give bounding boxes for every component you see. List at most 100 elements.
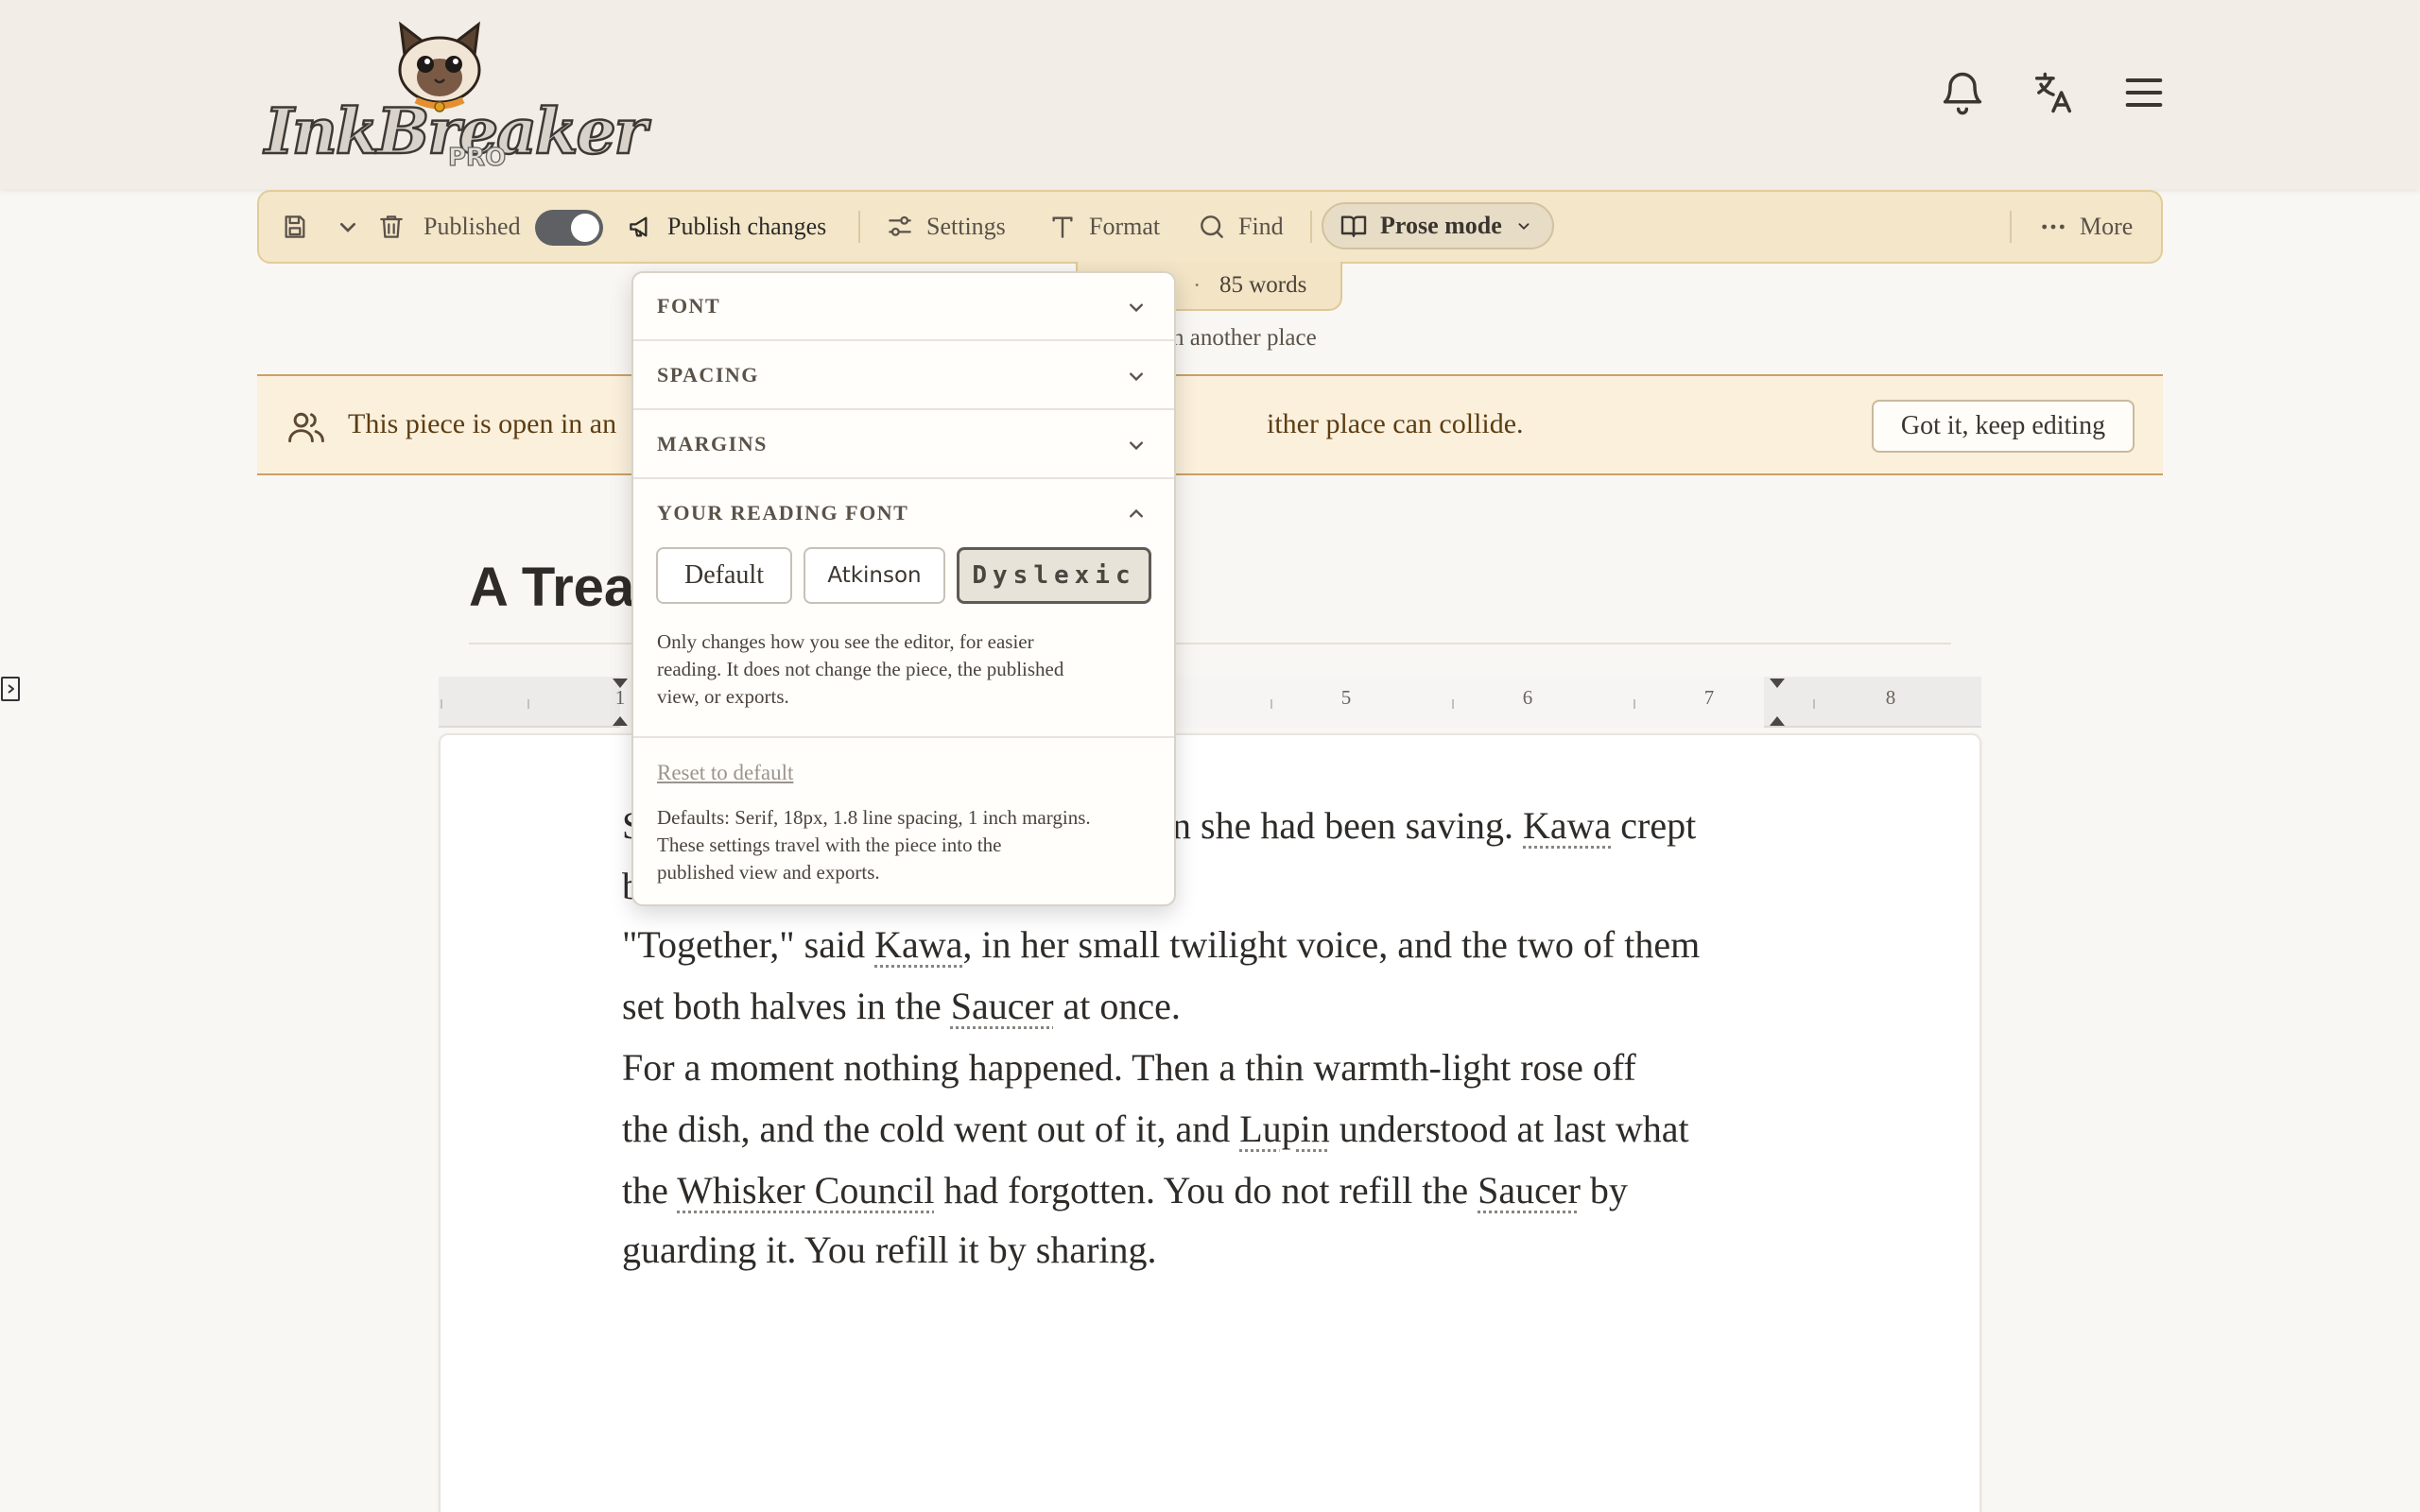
- more-label: More: [2080, 213, 2134, 240]
- collision-warning-banner: This piece is open in an ither place can…: [257, 374, 2163, 475]
- panel-divider: [633, 736, 1174, 738]
- reset-to-default-link[interactable]: Reset to default: [657, 761, 793, 785]
- section-label: MARGINS: [657, 432, 768, 455]
- status-separator: ·: [1193, 273, 1201, 299]
- ruler-number: 6: [1522, 686, 1533, 709]
- format-label: Format: [1089, 213, 1161, 240]
- character-name[interactable]: Saucer: [951, 985, 1054, 1027]
- text-run: guarding it. You refill it by sharing.: [622, 1228, 1157, 1271]
- font-option-atkinson[interactable]: Atkinson: [804, 547, 945, 604]
- reading-font-note-line: Only changes how you see the editor, for…: [657, 630, 1034, 653]
- character-name[interactable]: Kawa: [1523, 804, 1611, 847]
- sidebar-toggle-icon[interactable]: [0, 675, 23, 703]
- spacing-section-header[interactable]: SPACING: [633, 342, 1174, 410]
- ruler-tick: [1813, 699, 1815, 709]
- find-button[interactable]: Find: [1197, 192, 1284, 262]
- font-option-default[interactable]: Default: [656, 547, 792, 604]
- chevron-up-icon: [1123, 501, 1150, 527]
- keep-editing-button[interactable]: Got it, keep editing: [1872, 400, 2135, 453]
- prose-mode-label: Prose mode: [1380, 212, 1502, 239]
- word-count: 85 words: [1219, 272, 1307, 298]
- paragraph-line[interactable]: n she had been saving. Kawa crept: [1172, 796, 1696, 856]
- published-label: Published: [424, 213, 521, 240]
- trash-icon: [380, 215, 403, 238]
- save-button[interactable]: [280, 192, 310, 262]
- reading-font-note-line: reading. It does not change the piece, t…: [657, 658, 1064, 680]
- toolbar-divider: [2010, 211, 2012, 243]
- toolbar-divider: [1310, 211, 1312, 243]
- translate-icon[interactable]: [2029, 68, 2078, 117]
- banner-message-end: ither place can collide.: [1267, 408, 1524, 439]
- settings-label: Settings: [926, 213, 1006, 240]
- text-run: "Together," said: [622, 923, 875, 966]
- paragraph-line[interactable]: For a moment nothing happened. Then a th…: [622, 1038, 1636, 1098]
- character-name[interactable]: Kawa: [874, 923, 962, 966]
- app-header: InkBreaker PRO: [0, 0, 2420, 189]
- publish-changes-button[interactable]: Publish changes: [626, 192, 826, 262]
- right-margin-marker[interactable]: [1768, 713, 1787, 728]
- text-run: crept: [1611, 804, 1697, 847]
- text-run: understood at last what: [1329, 1108, 1689, 1150]
- defaults-note-line: published view and exports.: [657, 861, 880, 884]
- find-label: Find: [1238, 213, 1284, 240]
- text-run: n she had been saving.: [1172, 804, 1524, 847]
- section-label: SPACING: [657, 363, 759, 387]
- bell-icon[interactable]: [1938, 68, 1987, 117]
- format-button[interactable]: Format: [1047, 192, 1160, 262]
- sliders-icon: [889, 215, 911, 236]
- paragraph-line[interactable]: the dish, and the cold went out of it, a…: [622, 1099, 1689, 1160]
- inkbreaker-logo[interactable]: InkBreaker PRO: [264, 21, 648, 177]
- paragraph-line[interactable]: set both halves in the Saucer at once.: [622, 976, 1181, 1037]
- chevron-down-icon: [1123, 294, 1150, 320]
- published-toggle[interactable]: [535, 210, 603, 246]
- character-name[interactable]: Whisker Council: [677, 1169, 934, 1211]
- section-label: FONT: [657, 294, 721, 318]
- open-elsewhere-note: n another place: [1172, 325, 1317, 351]
- save-icon: [285, 215, 305, 238]
- character-name[interactable]: Saucer: [1478, 1169, 1581, 1211]
- right-indent-marker[interactable]: [1768, 677, 1787, 692]
- paragraph-line[interactable]: "Together," said Kawa, in her small twil…: [622, 915, 1700, 975]
- save-options-dropdown[interactable]: [333, 192, 363, 262]
- toolbar-divider: [858, 211, 860, 243]
- text-run: the: [622, 1169, 678, 1211]
- hamburger-menu-icon[interactable]: [2119, 68, 2169, 117]
- chevron-down-icon: [1123, 432, 1150, 458]
- delete-button[interactable]: [376, 192, 406, 262]
- more-button[interactable]: More: [2038, 192, 2133, 262]
- document-title[interactable]: A Trea: [469, 556, 634, 619]
- text-run: set both halves in the: [622, 985, 951, 1027]
- banner-message-start: This piece is open in an: [348, 408, 617, 439]
- chevron-down-icon: [1518, 223, 1530, 231]
- text-run: , in her small twilight voice, and the t…: [962, 923, 1701, 966]
- ruler-tick: [1270, 699, 1272, 709]
- ruler-tick: [527, 699, 529, 709]
- text-run: the dish, and the cold went out of it, a…: [622, 1108, 1240, 1150]
- prose-mode-dropdown[interactable]: Prose mode: [1322, 202, 1554, 249]
- ruler-number: 7: [1703, 686, 1715, 709]
- text-run: had forgotten. You do not refill the: [934, 1169, 1478, 1211]
- section-label: YOUR READING FONT: [657, 501, 909, 524]
- font-option-dyslexic[interactable]: Dyslexic: [957, 547, 1151, 604]
- more-dots-icon: [2042, 224, 2065, 230]
- megaphone-icon: [630, 216, 648, 237]
- defaults-note-line: These settings travel with the piece int…: [657, 833, 1002, 856]
- font-section-header[interactable]: FONT: [633, 273, 1174, 341]
- first-line-indent-marker[interactable]: [611, 677, 630, 692]
- paragraph-line[interactable]: guarding it. You refill it by sharing.: [622, 1220, 1157, 1280]
- chevron-down-icon: [340, 223, 355, 232]
- left-indent-marker[interactable]: [611, 713, 630, 728]
- ruler-tick: [441, 699, 442, 709]
- character-name[interactable]: Lupin: [1239, 1108, 1330, 1150]
- ruler-number: 8: [1885, 686, 1896, 709]
- publish-changes-label: Publish changes: [667, 213, 827, 240]
- ruler-tick: [1634, 699, 1635, 709]
- reading-font-note-line: view, or exports.: [657, 685, 789, 708]
- text-run: at once.: [1053, 985, 1181, 1027]
- reading-font-section-header[interactable]: YOUR READING FONT: [633, 480, 1174, 548]
- settings-button[interactable]: Settings: [885, 192, 1006, 262]
- ruler-number: 5: [1340, 686, 1352, 709]
- paragraph-line[interactable]: the Whisker Council had forgotten. You d…: [622, 1160, 1628, 1221]
- text-format-icon: [1052, 216, 1073, 238]
- margins-section-header[interactable]: MARGINS: [633, 411, 1174, 479]
